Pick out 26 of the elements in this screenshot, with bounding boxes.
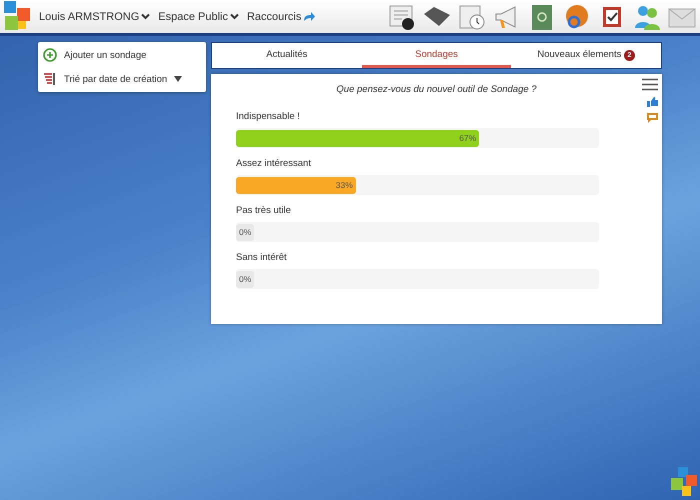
tab[interactable]: Sondages [362, 43, 512, 68]
curved-arrow-icon [303, 11, 316, 22]
progress-fill: 0% [236, 224, 254, 240]
option-label: Sans intérêt [236, 252, 288, 263]
comment-icon[interactable] [647, 113, 658, 123]
caret-icon [174, 76, 182, 82]
chevron-down-icon [230, 13, 239, 20]
sidebar-item[interactable]: Ajouter un sondage [43, 46, 201, 64]
progress-fill: 0% [236, 270, 254, 288]
add-circle-icon [43, 48, 57, 62]
chevron-down-icon [141, 13, 150, 20]
cubes-logo-icon [668, 466, 698, 498]
top-menu[interactable]: Raccourcis [246, 10, 316, 22]
top-menu[interactable]: Louis ARMSTRONG [39, 10, 150, 22]
menu-icon[interactable] [642, 78, 658, 91]
tab[interactable]: Actualités [212, 43, 362, 68]
option-label: Indispensable ! [236, 111, 301, 122]
sidebar-item[interactable]: Trié par date de création [43, 70, 201, 88]
option-label: Pas très utile [236, 205, 292, 216]
thumbs-up-icon[interactable] [647, 97, 658, 107]
progress-fill: 33% [236, 176, 356, 194]
sort-icon [43, 72, 57, 86]
top-menu[interactable]: Espace Public [158, 10, 239, 22]
option-label: Assez intéressant [236, 158, 312, 169]
poll-question: Que pensez-vous du nouvel outil de Sondage ? [335, 84, 538, 95]
progress-fill: 67% [236, 130, 480, 146]
